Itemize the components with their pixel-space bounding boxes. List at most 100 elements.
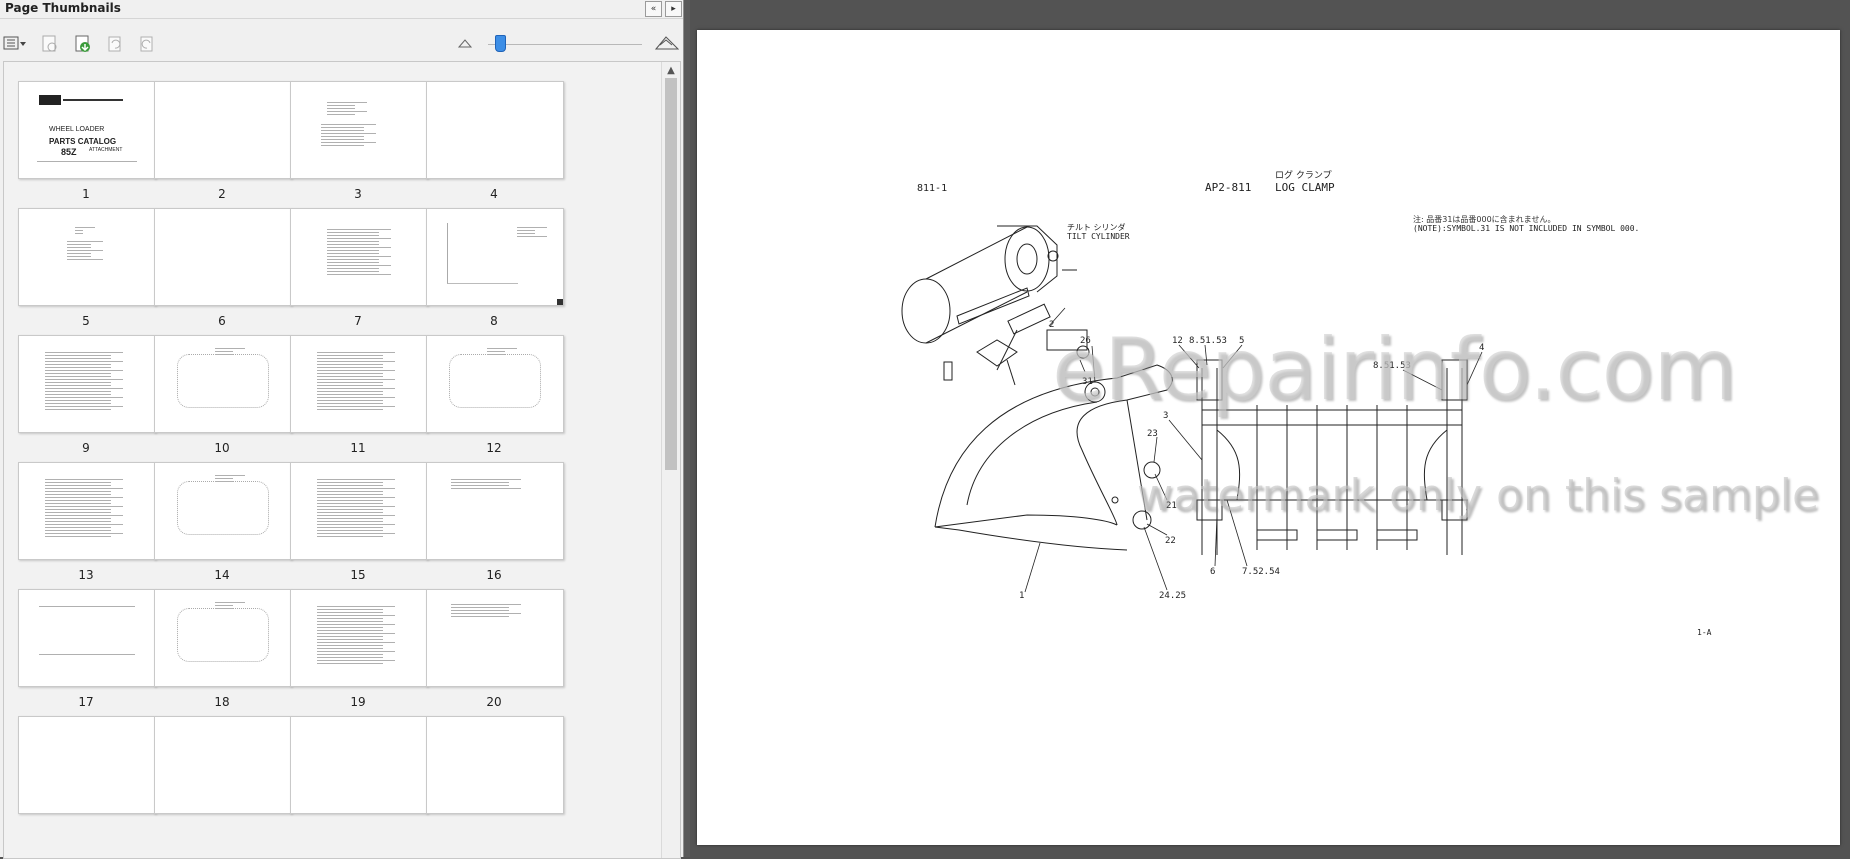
thumb-content-line xyxy=(327,256,391,257)
scrollbar-thumb[interactable] xyxy=(665,78,677,470)
thumbnail-page-number: 13 xyxy=(78,568,94,582)
page-thumbnail[interactable] xyxy=(290,462,428,560)
options-menu-icon[interactable] xyxy=(2,34,28,56)
thumb-content-line xyxy=(45,385,111,386)
thumb-content-line xyxy=(45,509,111,510)
thumb-content-line xyxy=(45,536,111,537)
page-thumbnail-partial[interactable] xyxy=(426,716,564,814)
logo-bar xyxy=(63,99,123,101)
zoom-out-icon[interactable] xyxy=(455,34,477,56)
collapse-panel-button[interactable]: « xyxy=(645,1,662,17)
page-thumbnail[interactable] xyxy=(426,208,564,306)
thumb-content-line xyxy=(451,488,521,489)
thumbnail-page-number: 4 xyxy=(490,187,498,201)
thumb-content-line xyxy=(317,397,395,398)
page-thumbnail[interactable] xyxy=(154,462,292,560)
thumb-content-line xyxy=(45,355,111,356)
thumb-content-line xyxy=(487,354,505,355)
thumb-content-line xyxy=(327,235,379,236)
thumb-content-line xyxy=(517,227,547,228)
thumb-content-line xyxy=(451,613,521,614)
page-thumbnail[interactable] xyxy=(18,208,156,306)
thumb-content-line xyxy=(45,521,111,522)
page-thumbnail[interactable] xyxy=(18,589,156,687)
page-thumbnail[interactable] xyxy=(426,335,564,433)
thumb-content-line xyxy=(327,259,379,260)
thumb-content-line xyxy=(67,256,91,257)
thumb-content-line xyxy=(67,253,91,254)
page-thumbnail[interactable] xyxy=(154,335,292,433)
thumb-content-line xyxy=(45,527,111,528)
thumb-content-line xyxy=(317,512,383,513)
page-thumbnail[interactable] xyxy=(290,335,428,433)
thumb-content-line xyxy=(45,494,111,495)
thumb-content-line xyxy=(317,606,395,607)
thumbnail-page-number: 16 xyxy=(486,568,502,582)
page-thumbnail-partial[interactable] xyxy=(18,716,156,814)
page-thumbnail-partial[interactable] xyxy=(290,716,428,814)
thumb-content-line xyxy=(45,373,111,374)
page-thumbnail[interactable] xyxy=(154,589,292,687)
delete-pages-icon[interactable] xyxy=(39,34,61,56)
page-thumbnail[interactable] xyxy=(154,81,292,179)
thumb-mini-diagram xyxy=(177,608,269,662)
thumb-content-line xyxy=(317,485,383,486)
callout-7-52-54: 7.52.54 xyxy=(1242,567,1280,577)
vertical-scrollbar[interactable]: ▲ xyxy=(661,62,680,858)
thumb-content-line xyxy=(327,229,391,230)
scroll-up-arrow-icon[interactable]: ▲ xyxy=(665,65,677,77)
thumb-content-line xyxy=(451,485,509,486)
page-thumbnail[interactable] xyxy=(18,335,156,433)
thumb-content-line xyxy=(327,241,379,242)
thumb-content-line xyxy=(327,253,379,254)
page-thumbnail[interactable] xyxy=(426,462,564,560)
page-thumbnail[interactable] xyxy=(290,208,428,306)
thumbnail-list[interactable]: WHEEL LOADER PARTS CATALOG 85Z ATTACHMENT 1 2… xyxy=(3,61,681,859)
thumbnail-page-number: 10 xyxy=(214,441,230,455)
watermark-note: watermark only on this sample xyxy=(1137,470,1820,521)
thumb-content-line xyxy=(317,518,383,519)
page-thumbnail[interactable]: WHEEL LOADER PARTS CATALOG 85Z ATTACHMENT xyxy=(18,81,156,179)
page-thumbnail[interactable] xyxy=(290,589,428,687)
thumb-content-line xyxy=(317,509,383,510)
insert-pages-icon[interactable] xyxy=(72,34,94,56)
thumb-content-line xyxy=(317,388,395,389)
thumbnail-zoom-slider[interactable] xyxy=(488,44,642,45)
panel-header: Page Thumbnails « ▸ xyxy=(0,0,683,19)
thumb-content-line xyxy=(37,161,137,162)
selection-marker xyxy=(557,299,563,305)
thumb-content-line xyxy=(215,602,245,603)
page-thumbnail[interactable] xyxy=(18,462,156,560)
rotate-counterclockwise-icon[interactable] xyxy=(104,34,126,56)
thumbnail-page-number: 17 xyxy=(78,695,94,709)
thumb-content-line xyxy=(317,355,383,356)
thumbnail-zoom-slider-handle[interactable] xyxy=(494,35,506,52)
rotate-clockwise-icon[interactable] xyxy=(136,34,158,56)
thumb-content-line xyxy=(39,606,135,607)
page-thumbnail[interactable] xyxy=(290,81,428,179)
thumb-content-line xyxy=(39,654,135,655)
thumbnail-page-number: 18 xyxy=(214,695,230,709)
thumb-content-line xyxy=(45,518,111,519)
thumb-content-line xyxy=(317,521,383,522)
thumb1-text: 85Z xyxy=(61,147,77,157)
thumb-content-line xyxy=(45,400,111,401)
expand-panel-button[interactable]: ▸ xyxy=(665,1,682,17)
page-thumbnail-partial[interactable] xyxy=(154,716,292,814)
callout-1: 1 xyxy=(1019,591,1024,601)
note-text: (NOTE):SYMBOL.31 IS NOT INCLUDED IN SYMB… xyxy=(1413,224,1639,233)
thumb-content-line xyxy=(517,230,535,231)
thumb-content-line xyxy=(451,479,521,480)
thumb-content-line xyxy=(327,114,355,115)
panel-splitter[interactable] xyxy=(684,0,690,857)
thumb-content-line xyxy=(215,481,233,482)
page-thumbnail[interactable] xyxy=(426,589,564,687)
thumb-content-line xyxy=(317,494,383,495)
page-thumbnail[interactable] xyxy=(154,208,292,306)
thumb-content-line xyxy=(317,491,383,492)
page-thumbnail[interactable] xyxy=(426,81,564,179)
thumb-content-line xyxy=(317,515,395,516)
zoom-in-icon[interactable] xyxy=(654,34,680,56)
thumb-content-line xyxy=(327,247,391,248)
thumb-content-line xyxy=(317,503,383,504)
